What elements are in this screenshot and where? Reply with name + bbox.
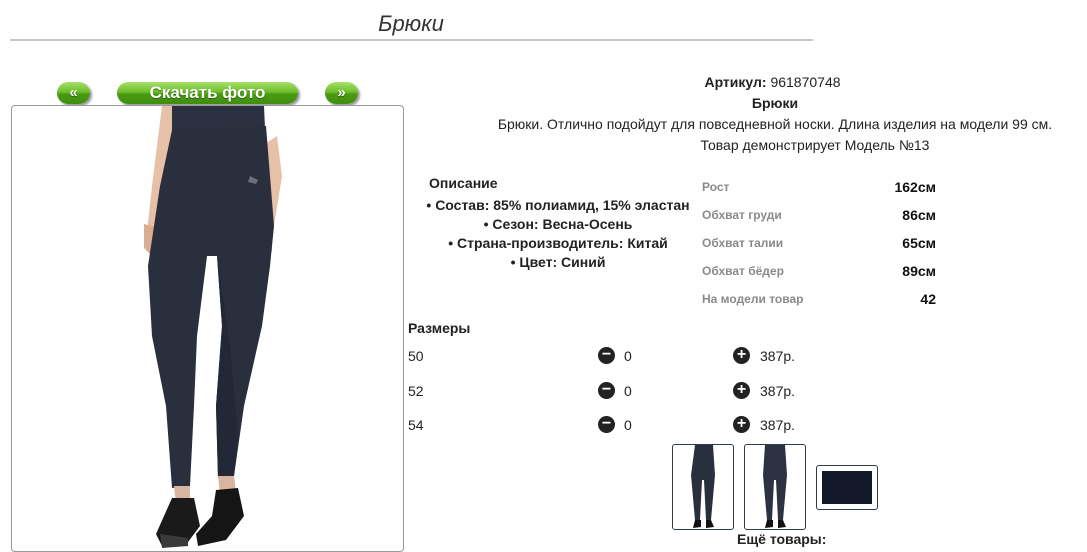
fabric-swatch [822,471,872,504]
thumbnail-fabric[interactable] [816,465,878,510]
product-photo-illustration [144,106,282,548]
measure-label-hips: Обхват бёдер [702,264,784,278]
plus-icon[interactable]: + [733,382,750,399]
size-price: 387р. [760,417,796,433]
plus-icon[interactable]: + [733,416,750,433]
minus-icon[interactable]: − [598,416,615,433]
measure-value-height: 162см [894,179,936,195]
description-item-season: • Сезон: Весна-Осень [483,216,633,232]
size-label: 54 [408,417,424,433]
measure-value-waist: 65см [902,235,936,251]
plus-icon[interactable]: + [733,347,750,364]
page-title: Брюки [378,11,444,36]
measure-value-chest: 86см [902,207,936,223]
product-description: Брюки. Отлично подойдут для повседневной… [497,116,1053,132]
title-divider [10,39,813,41]
previous-photo-button[interactable]: « [57,82,90,104]
minus-icon[interactable]: − [598,347,615,364]
measure-label-height: Рост [702,180,730,194]
description-item-color: • Цвет: Синий [510,254,606,270]
product-photo [11,105,404,552]
model-info: Товар демонстрирует Модель №13 [700,137,930,153]
quantity-value: 0 [624,417,632,433]
measure-label-waist: Обхват талии [702,236,784,250]
measure-value-hips: 89см [902,263,936,279]
thumbnail-front-illustration [691,445,715,528]
size-price: 387р. [760,348,796,364]
download-photo-button[interactable]: Скачать фото [117,82,298,104]
minus-icon[interactable]: − [598,382,615,399]
size-label: 52 [408,383,424,399]
size-label: 50 [408,348,424,364]
size-price: 387р. [760,383,796,399]
quantity-value: 0 [624,383,632,399]
quantity-value: 0 [624,348,632,364]
measure-value-model-size: 42 [920,291,936,307]
article-label: Артикул: [704,74,767,90]
sizes-heading: Размеры [408,320,471,336]
measure-label-model-size: На модели товар [702,292,804,306]
next-photo-button[interactable]: » [325,82,358,104]
description-item-composition: • Состав: 85% полиамид, 15% эластан [426,197,690,213]
article-line: Артикул: 961870748 [640,74,905,90]
thumbnail-front[interactable] [672,444,734,530]
thumbnail-back[interactable] [744,444,806,530]
article-value: 961870748 [770,74,841,90]
description-heading: Описание [429,175,498,191]
product-name: Брюки [751,95,799,111]
description-item-country: • Страна-производитель: Китай [448,235,668,251]
thumbnail-back-illustration [763,445,787,528]
description-list: • Состав: 85% полиамид, 15% эластан • Се… [418,196,698,272]
measure-label-chest: Обхват груди [702,208,782,222]
